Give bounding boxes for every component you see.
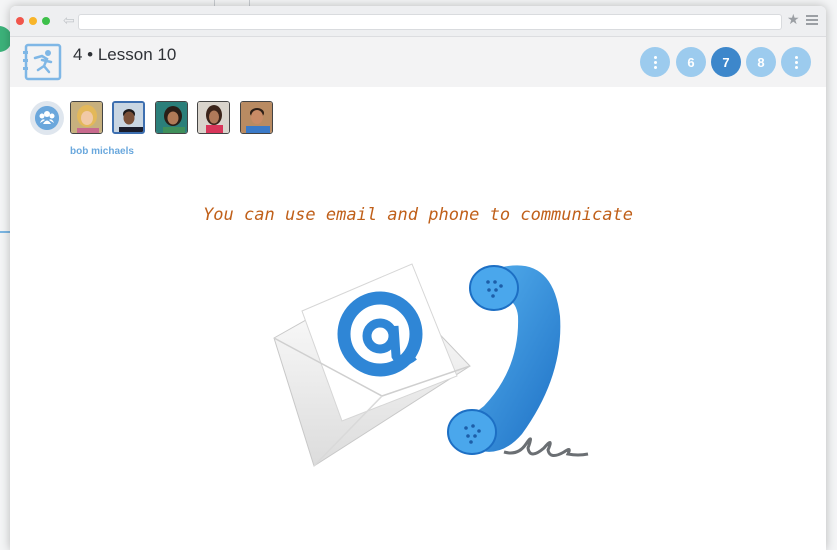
telephone-receiver-icon	[447, 265, 589, 457]
group-people-icon	[35, 106, 59, 130]
more-vertical-icon	[653, 55, 657, 70]
email-phone-illustration	[273, 263, 589, 467]
page-8-button[interactable]: 8	[746, 47, 776, 77]
maximize-window-button[interactable]	[42, 17, 50, 25]
browser-menu-icon[interactable]	[806, 15, 818, 25]
more-pages-right-button[interactable]	[781, 47, 811, 77]
student-avatar[interactable]	[155, 101, 188, 134]
student-avatar-selected[interactable]	[112, 101, 145, 134]
lesson-header: 4 • Lesson 10 6 7 8	[10, 37, 826, 87]
more-pages-left-button[interactable]	[640, 47, 670, 77]
back-arrow-icon[interactable]: ⇦	[63, 12, 75, 29]
lesson-title: 4 • Lesson 10	[73, 45, 177, 64]
email-envelope-icon	[273, 263, 471, 467]
page-7-button[interactable]: 7	[711, 47, 741, 77]
group-icon[interactable]	[30, 101, 64, 135]
minimize-window-button[interactable]	[29, 17, 37, 25]
address-bar[interactable]	[78, 14, 782, 30]
browser-window: ⇦ ★ 4 • Lesson 10 6 7 8 bob michaels You…	[10, 6, 826, 550]
page-6-button[interactable]: 6	[676, 47, 706, 77]
more-vertical-icon	[794, 55, 798, 70]
student-avatar[interactable]	[240, 101, 273, 134]
selected-student-name: bob michaels	[70, 146, 134, 157]
bookmark-star-icon[interactable]: ★	[787, 11, 800, 28]
browser-toolbar: ⇦ ★	[10, 6, 826, 37]
app-logo-icon	[23, 43, 62, 81]
lesson-caption: You can use email and phone to communica…	[203, 205, 633, 225]
close-window-button[interactable]	[16, 17, 24, 25]
student-avatar[interactable]	[70, 101, 103, 134]
student-avatar[interactable]	[197, 101, 230, 134]
